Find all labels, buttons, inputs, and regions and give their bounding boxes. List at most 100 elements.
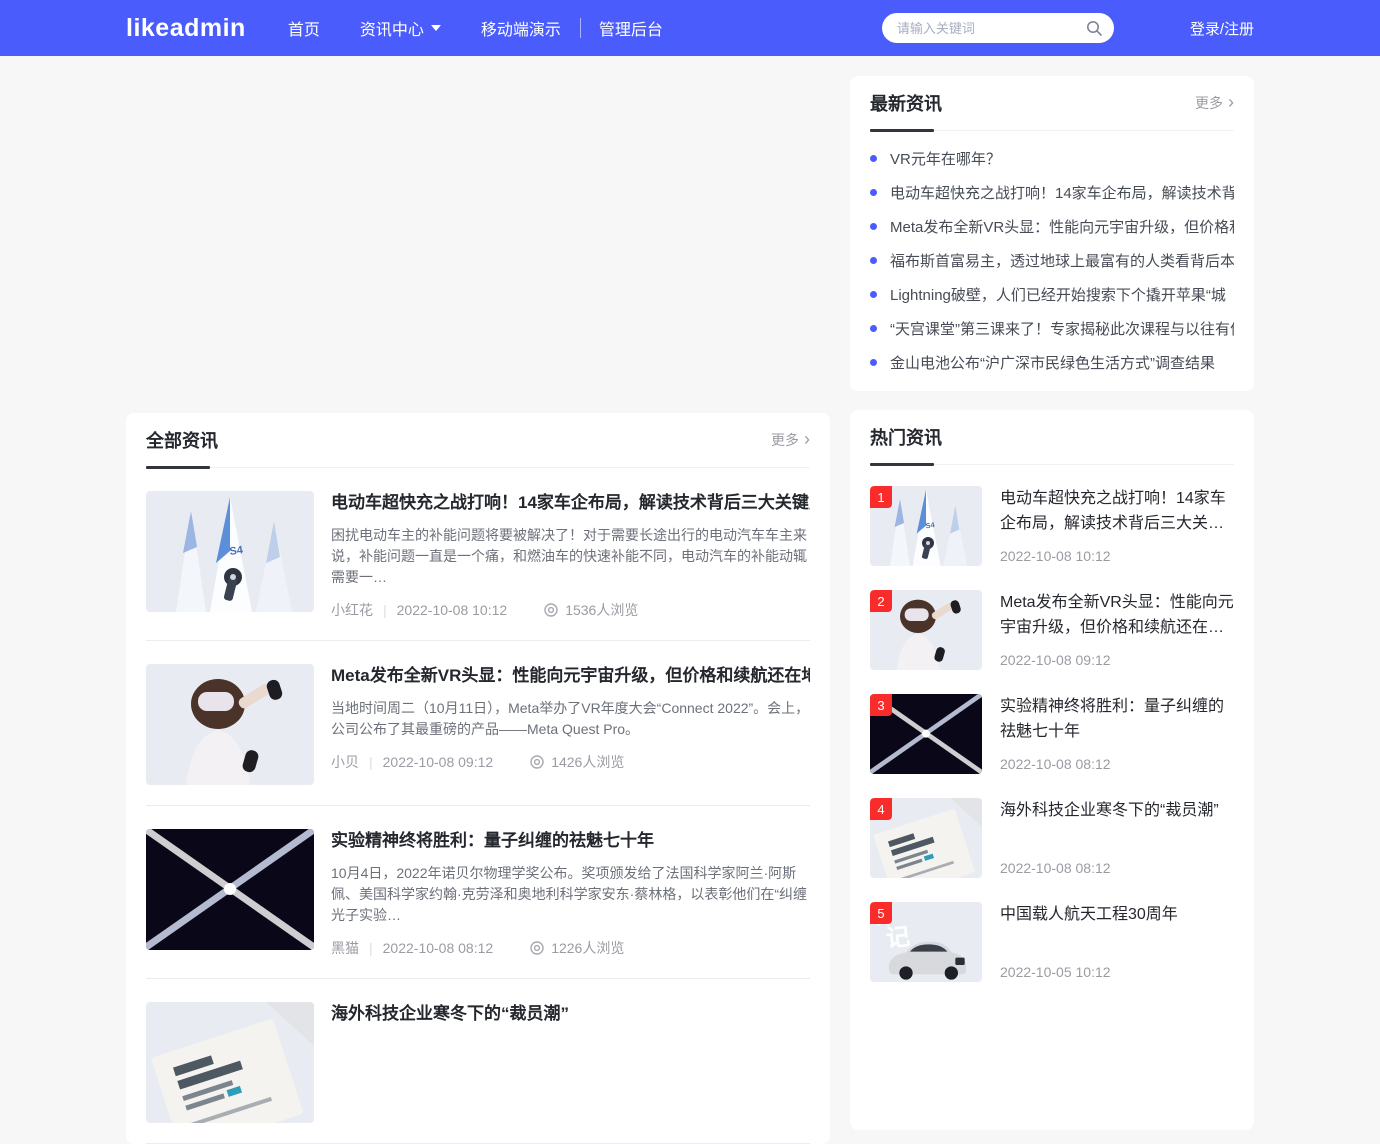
article-date: 2022-10-08 09:12 xyxy=(383,754,494,770)
title-underline xyxy=(870,463,934,466)
latest-news-more-link[interactable]: 更多 › xyxy=(1195,93,1234,113)
list-item[interactable]: Meta发布全新VR头显：性能向元宇宙升级，但价格和续…还 xyxy=(870,209,1234,243)
article-info: 电动车超快充之战打响！14家车企布局，解读技术背后三大关键点 困扰电动车主的补能… xyxy=(331,491,810,620)
brand-logo[interactable]: likeadmin xyxy=(126,14,246,43)
hot-item-thumbnail: 1 xyxy=(870,486,982,566)
bullet-dot-icon xyxy=(870,325,877,332)
article-author: 小贝 xyxy=(331,752,359,772)
eye-icon xyxy=(529,940,545,956)
article-views: 1226人浏览 xyxy=(529,938,624,958)
login-register-link[interactable]: 登录/注册 xyxy=(1190,18,1254,39)
hot-news-list: 1 电动车超快充之战打响！14家车企布局，解读技术背后三大关键点 2022-10… xyxy=(870,465,1234,982)
latest-item-text: 金山电池公布“沪广深市民绿色生活方式”调查结果 xyxy=(890,352,1215,373)
hot-item-thumbnail: 3 xyxy=(870,694,982,774)
nav-item-admin[interactable]: 管理后台 xyxy=(599,16,663,40)
bullet-dot-icon xyxy=(870,189,877,196)
search-icon[interactable] xyxy=(1085,19,1103,37)
list-item[interactable]: VR元年在哪年？ xyxy=(870,141,1234,175)
meta-separator: | xyxy=(369,940,373,956)
hot-item-info: 实验精神终将胜利：量子纠缠的祛魅七十年 2022-10-08 08:12 xyxy=(1000,694,1234,774)
nav-divider xyxy=(580,18,581,38)
all-news-card: 全部资讯 更多 › 电动车超快充之战打响！14家车企布局，解读技术背后三大关键点… xyxy=(126,413,830,1144)
hot-item-title: 中国载人航天工程30周年 xyxy=(1000,902,1234,927)
article-row[interactable]: 实验精神终将胜利：量子纠缠的祛魅七十年 10月4日，2022年诺贝尔物理学奖公布… xyxy=(146,806,810,979)
article-author: 黑猫 xyxy=(331,938,359,958)
banner-placeholder xyxy=(126,56,830,413)
article-title: 电动车超快充之战打响！14家车企布局，解读技术背后三大关键点 xyxy=(331,491,810,515)
hot-item-info: Meta发布全新VR头显：性能向元宇宙升级，但价格和续航还在地球 2022-10… xyxy=(1000,590,1234,670)
all-news-more-link[interactable]: 更多 › xyxy=(771,430,810,450)
article-row[interactable]: 电动车超快充之战打响！14家车企布局，解读技术背后三大关键点 困扰电动车主的补能… xyxy=(146,468,810,641)
article-views: 1426人浏览 xyxy=(529,752,624,772)
title-underline xyxy=(146,466,210,469)
nav-item-home[interactable]: 首页 xyxy=(288,16,320,40)
bullet-dot-icon xyxy=(870,155,877,162)
hot-item-date: 2022-10-05 10:12 xyxy=(1000,964,1111,980)
article-meta: 黑猫 | 2022-10-08 08:12 1226人浏览 xyxy=(331,938,810,958)
nav-item-admin-label: 管理后台 xyxy=(599,16,663,40)
chevron-right-icon: › xyxy=(1228,93,1234,111)
article-meta: 小红花 | 2022-10-08 10:12 1536人浏览 xyxy=(331,600,810,620)
list-item[interactable]: “天宫课堂”第三课来了！专家揭秘此次课程与以往有何 xyxy=(870,311,1234,345)
article-views-count: 1536人浏览 xyxy=(565,600,638,620)
hot-news-item[interactable]: 5 中国载人航天工程30周年 2022-10-05 10:12 xyxy=(870,902,1234,982)
hot-item-thumbnail: 2 xyxy=(870,590,982,670)
rank-badge: 3 xyxy=(870,694,892,716)
hot-item-thumbnail: 5 xyxy=(870,902,982,982)
eye-icon xyxy=(529,754,545,770)
list-item[interactable]: 福布斯首富易主，透过地球上最富有的人类看背后本质 xyxy=(870,243,1234,277)
article-info: 海外科技企业寒冬下的“裁员潮” xyxy=(331,1002,810,1123)
bullet-dot-icon xyxy=(870,223,877,230)
article-title: 海外科技企业寒冬下的“裁员潮” xyxy=(331,1002,810,1026)
article-row[interactable]: 海外科技企业寒冬下的“裁员潮” xyxy=(146,979,810,1144)
all-news-title: 全部资讯 xyxy=(146,427,218,453)
article-author: 小红花 xyxy=(331,600,373,620)
latest-news-header: 最新资讯 更多 › xyxy=(870,76,1234,131)
list-item[interactable]: Lightning破壁，人们已经开始搜索下个撬开苹果“城 xyxy=(870,277,1234,311)
all-news-header: 全部资讯 更多 › xyxy=(146,413,810,468)
article-views-count: 1426人浏览 xyxy=(551,752,624,772)
latest-item-text: 电动车超快充之战打响！14家车企布局，解读技术背后三… xyxy=(890,182,1234,203)
hot-news-card: 热门资讯 1 电动车超快充之战打响！14家车企布局，解读技术背后三大关键点 20… xyxy=(850,410,1254,1130)
hot-news-item[interactable]: 2 Meta发布全新VR头显：性能向元宇宙升级，但价格和续航还在地球 2022-… xyxy=(870,590,1234,670)
latest-item-text: Meta发布全新VR头显：性能向元宇宙升级，但价格和续…还 xyxy=(890,216,1234,237)
hot-item-title: 电动车超快充之战打响！14家车企布局，解读技术背后三大关键点 xyxy=(1000,486,1234,536)
hot-news-item[interactable]: 4 海外科技企业寒冬下的“裁员潮” 2022-10-08 08:12 xyxy=(870,798,1234,878)
article-title: Meta发布全新VR头显：性能向元宇宙升级，但价格和续航还在地球 xyxy=(331,664,810,688)
bullet-dot-icon xyxy=(870,257,877,264)
nav-item-mobile-demo[interactable]: 移动端演示 xyxy=(481,16,561,40)
article-info: Meta发布全新VR头显：性能向元宇宙升级，但价格和续航还在地球 当地时间周二（… xyxy=(331,664,810,785)
hot-news-item[interactable]: 1 电动车超快充之战打响！14家车企布局，解读技术背后三大关键点 2022-10… xyxy=(870,486,1234,566)
article-date: 2022-10-08 10:12 xyxy=(397,602,508,618)
hot-item-thumbnail: 4 xyxy=(870,798,982,878)
latest-news-title: 最新资讯 xyxy=(870,90,942,116)
article-meta: 小贝 | 2022-10-08 09:12 1426人浏览 xyxy=(331,752,810,772)
nav-item-mobile-demo-label: 移动端演示 xyxy=(481,16,561,40)
article-thumbnail xyxy=(146,829,314,950)
latest-news-card: 最新资讯 更多 › VR元年在哪年？ 电动车超快充之战打响！14家车企布局，解读… xyxy=(850,76,1254,391)
hot-news-header: 热门资讯 xyxy=(870,410,1234,465)
top-navbar: likeadmin 首页 资讯中心 移动端演示 管理后台 登录/注册 xyxy=(0,0,1380,56)
hot-news-title: 热门资讯 xyxy=(870,424,942,450)
meta-separator: | xyxy=(383,602,387,618)
list-item[interactable]: 电动车超快充之战打响！14家车企布局，解读技术背后三… xyxy=(870,175,1234,209)
list-item[interactable]: 金山电池公布“沪广深市民绿色生活方式”调查结果 xyxy=(870,345,1234,379)
search-input[interactable] xyxy=(882,13,1114,43)
article-info: 实验精神终将胜利：量子纠缠的祛魅七十年 10月4日，2022年诺贝尔物理学奖公布… xyxy=(331,829,810,958)
hot-item-title: Meta发布全新VR头显：性能向元宇宙升级，但价格和续航还在地球 xyxy=(1000,590,1234,640)
article-summary: 困扰电动车主的补能问题将要被解决了！对于需要长途出行的电动汽车车主来说，补能问题… xyxy=(331,525,810,588)
article-thumbnail xyxy=(146,491,314,612)
nav-item-news-center[interactable]: 资讯中心 xyxy=(360,16,441,40)
article-views: 1536人浏览 xyxy=(543,600,638,620)
latest-item-text: 福布斯首富易主，透过地球上最富有的人类看背后本质 xyxy=(890,250,1234,271)
nav-item-news-center-label: 资讯中心 xyxy=(360,16,424,40)
hot-news-item[interactable]: 3 实验精神终将胜利：量子纠缠的祛魅七十年 2022-10-08 08:12 xyxy=(870,694,1234,774)
article-row[interactable]: Meta发布全新VR头显：性能向元宇宙升级，但价格和续航还在地球 当地时间周二（… xyxy=(146,641,810,806)
hot-item-info: 中国载人航天工程30周年 2022-10-05 10:12 xyxy=(1000,902,1234,982)
bullet-dot-icon xyxy=(870,359,877,366)
meta-separator: | xyxy=(369,754,373,770)
main-column: 全部资讯 更多 › 电动车超快充之战打响！14家车企布局，解读技术背后三大关键点… xyxy=(126,56,830,1144)
hot-item-info: 海外科技企业寒冬下的“裁员潮” 2022-10-08 08:12 xyxy=(1000,798,1234,878)
hot-item-title: 海外科技企业寒冬下的“裁员潮” xyxy=(1000,798,1234,823)
nav-item-home-label: 首页 xyxy=(288,16,320,40)
